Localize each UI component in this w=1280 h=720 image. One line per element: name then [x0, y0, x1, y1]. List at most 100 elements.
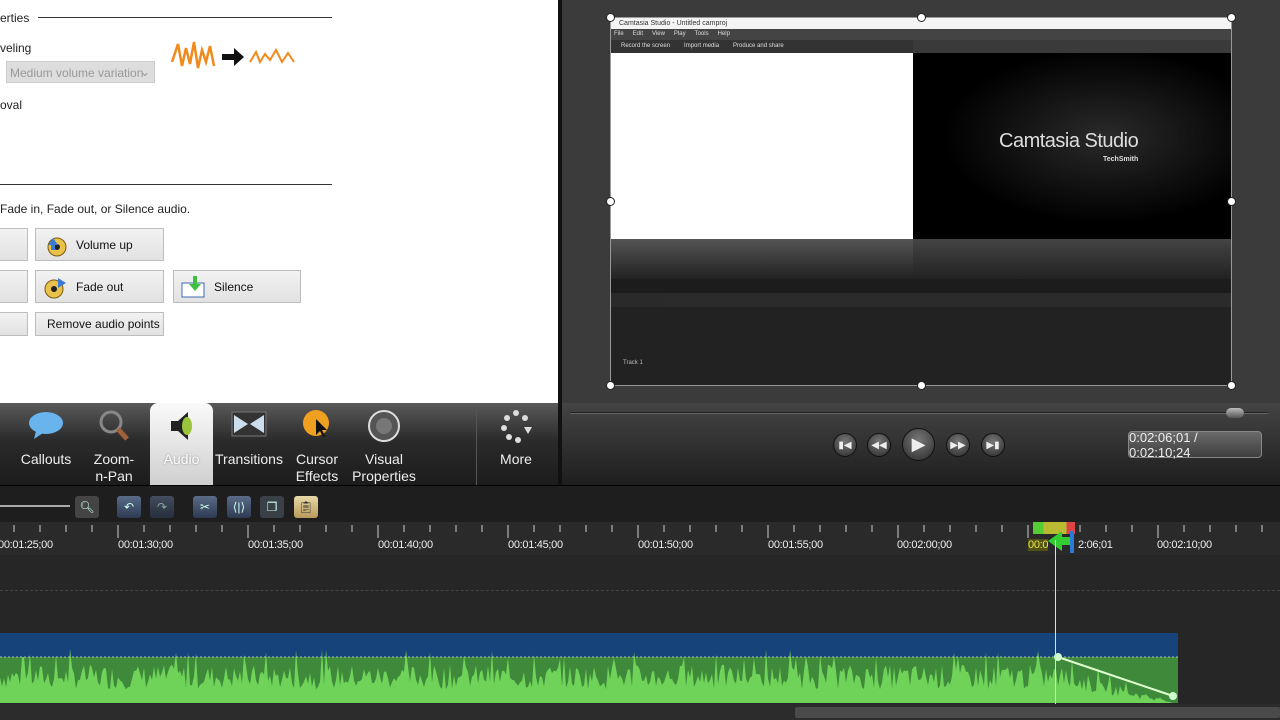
partial-button[interactable]	[0, 312, 28, 336]
ruler-label: 00:01:35;00	[248, 539, 303, 551]
scissors-icon: ✂	[199, 500, 211, 514]
ruler-label: 00:01:55;00	[768, 539, 823, 551]
scrub-bar[interactable]	[570, 412, 1268, 414]
play-button[interactable]: ▶	[902, 428, 935, 461]
playhead-time-label-tail: 2:06;01	[1078, 539, 1113, 551]
audio-point	[1169, 692, 1177, 700]
tab-transitions[interactable]: Transitions	[215, 403, 283, 485]
playhead-line[interactable]	[1055, 540, 1056, 705]
embedded-timeline-toolbar	[611, 279, 1231, 293]
jump-start-button[interactable]: ▮◀	[833, 433, 857, 457]
split-button[interactable]: ⟨|⟩	[227, 496, 251, 518]
menu-item: Edit	[632, 31, 644, 37]
timeline-toolbar	[0, 485, 1280, 522]
zoom-slider[interactable]	[0, 505, 70, 507]
volume-variation-select[interactable]: Medium volume variation ⌄	[6, 61, 155, 83]
tab-label: Audio	[163, 451, 200, 467]
resize-handle[interactable]	[606, 381, 615, 390]
audio-leveling-illustration	[170, 41, 295, 69]
ruler-label: 00:01:50;00	[638, 539, 693, 551]
copy-icon: ❐	[266, 500, 278, 514]
resize-handle[interactable]	[1227, 381, 1236, 390]
more-icon	[498, 409, 534, 447]
resize-handle[interactable]	[606, 13, 615, 22]
embedded-tracks: Track 1	[611, 307, 1231, 385]
tab-more[interactable]: More	[484, 403, 548, 485]
button-label: Silence	[214, 279, 254, 294]
zoom-in-button[interactable]: 🔍︎	[75, 496, 99, 518]
embedded-tabs	[611, 239, 913, 279]
preview-canvas-video[interactable]: Camtasia Studio - Untitled camproj File E…	[610, 17, 1232, 386]
button-label: Volume up	[76, 237, 133, 252]
tab-zoom-n-pan[interactable]: Zoom-n-Pan	[82, 403, 146, 485]
magnifier-icon	[98, 409, 130, 447]
time-display: 0:02:06;01 / 0:02:10;24	[1128, 430, 1262, 460]
track-label: Track 1	[623, 360, 643, 366]
ruler-label: 00:01:45;00	[508, 539, 563, 551]
embedded-menu-bar: File Edit View Play Tools Help	[611, 29, 1231, 40]
tab-audio[interactable]: Audio	[150, 403, 213, 485]
ruler-label: 00:01:25;00	[0, 539, 53, 551]
volume-up-button[interactable]: Volume up	[35, 228, 164, 261]
volume-down-button[interactable]	[0, 228, 28, 261]
scrub-thumb[interactable]	[1226, 408, 1244, 418]
ruler-label: 00:01:40;00	[378, 539, 433, 551]
resize-handle[interactable]	[606, 197, 615, 206]
silence-icon	[180, 275, 206, 299]
divider	[0, 184, 332, 185]
tab-label: More	[500, 451, 532, 467]
fade-out-button[interactable]: Fade out	[35, 270, 164, 303]
menu-item: Play	[673, 31, 686, 37]
fade-in-button[interactable]	[0, 270, 28, 303]
resize-handle[interactable]	[917, 381, 926, 390]
noise-removal-label: oval	[0, 98, 23, 112]
paste-button[interactable]: 📋︎	[294, 496, 318, 518]
playhead-handle[interactable]	[1046, 529, 1080, 553]
tab-label: Cursor Effects	[295, 451, 339, 484]
rewind-icon: ◀◀	[871, 439, 887, 451]
split-icon: ⟨|⟩	[232, 500, 246, 514]
magnifier-icon: 🔍︎	[79, 500, 95, 514]
redo-button[interactable]: ↷	[150, 496, 174, 518]
silence-button[interactable]: Silence	[173, 270, 301, 303]
tab-label: Zoom-n-Pan	[93, 451, 135, 484]
tab-label: Visual Properties	[352, 451, 416, 484]
splash-brand: TechSmith	[1103, 156, 1139, 163]
track-separator	[0, 590, 1280, 591]
tab-callouts[interactable]: Callouts	[14, 403, 78, 485]
play-icon: ▶	[911, 434, 926, 454]
visual-properties-icon	[367, 409, 401, 447]
ruler-label: 00:01:30;00	[118, 539, 173, 551]
transitions-icon	[231, 409, 267, 443]
leveling-label: veling	[0, 41, 32, 55]
redo-icon: ↷	[156, 500, 168, 514]
ruler-label: 00:02:00;00	[897, 539, 952, 551]
embedded-preview-toolbar	[913, 40, 1231, 53]
toolbar-item: Record the screen	[621, 43, 671, 49]
resize-handle[interactable]	[1227, 13, 1236, 22]
tool-tabs-bar: Callouts Zoom-n-Pan Audio Transitions Cu…	[0, 403, 558, 485]
undo-icon: ↶	[123, 500, 135, 514]
fast-forward-button[interactable]: ▶▶	[946, 433, 970, 457]
timeline-scrollbar[interactable]	[0, 704, 1280, 720]
splash-title: Camtasia Studio	[999, 130, 1139, 152]
audio-waveform	[0, 648, 1178, 703]
rewind-button[interactable]: ◀◀	[867, 433, 891, 457]
audio-clip[interactable]	[0, 633, 1178, 703]
skip-back-icon: ▮◀	[838, 439, 852, 451]
scrollbar-thumb[interactable]	[795, 707, 1280, 718]
timeline-ruler[interactable]: 00:01:25;00 00:01:30;00 00:01:35;00 00:0…	[0, 522, 1280, 555]
tab-cursor-effects[interactable]: Cursor Effects	[287, 403, 347, 485]
copy-button[interactable]: ❐	[260, 496, 284, 518]
jump-end-button[interactable]: ▶▮	[981, 433, 1005, 457]
remove-audio-points-button[interactable]: Remove audio points	[35, 312, 164, 336]
fast-forward-icon: ▶▶	[950, 439, 966, 451]
undo-button[interactable]: ↶	[117, 496, 141, 518]
resize-handle[interactable]	[1227, 197, 1236, 206]
fade-out-icon	[42, 275, 68, 299]
menu-item: Tools	[694, 31, 709, 37]
cut-button[interactable]: ✂	[193, 496, 217, 518]
tab-visual-properties[interactable]: Visual Properties	[352, 403, 416, 485]
button-label: Remove audio points	[47, 317, 160, 331]
resize-handle[interactable]	[917, 13, 926, 22]
